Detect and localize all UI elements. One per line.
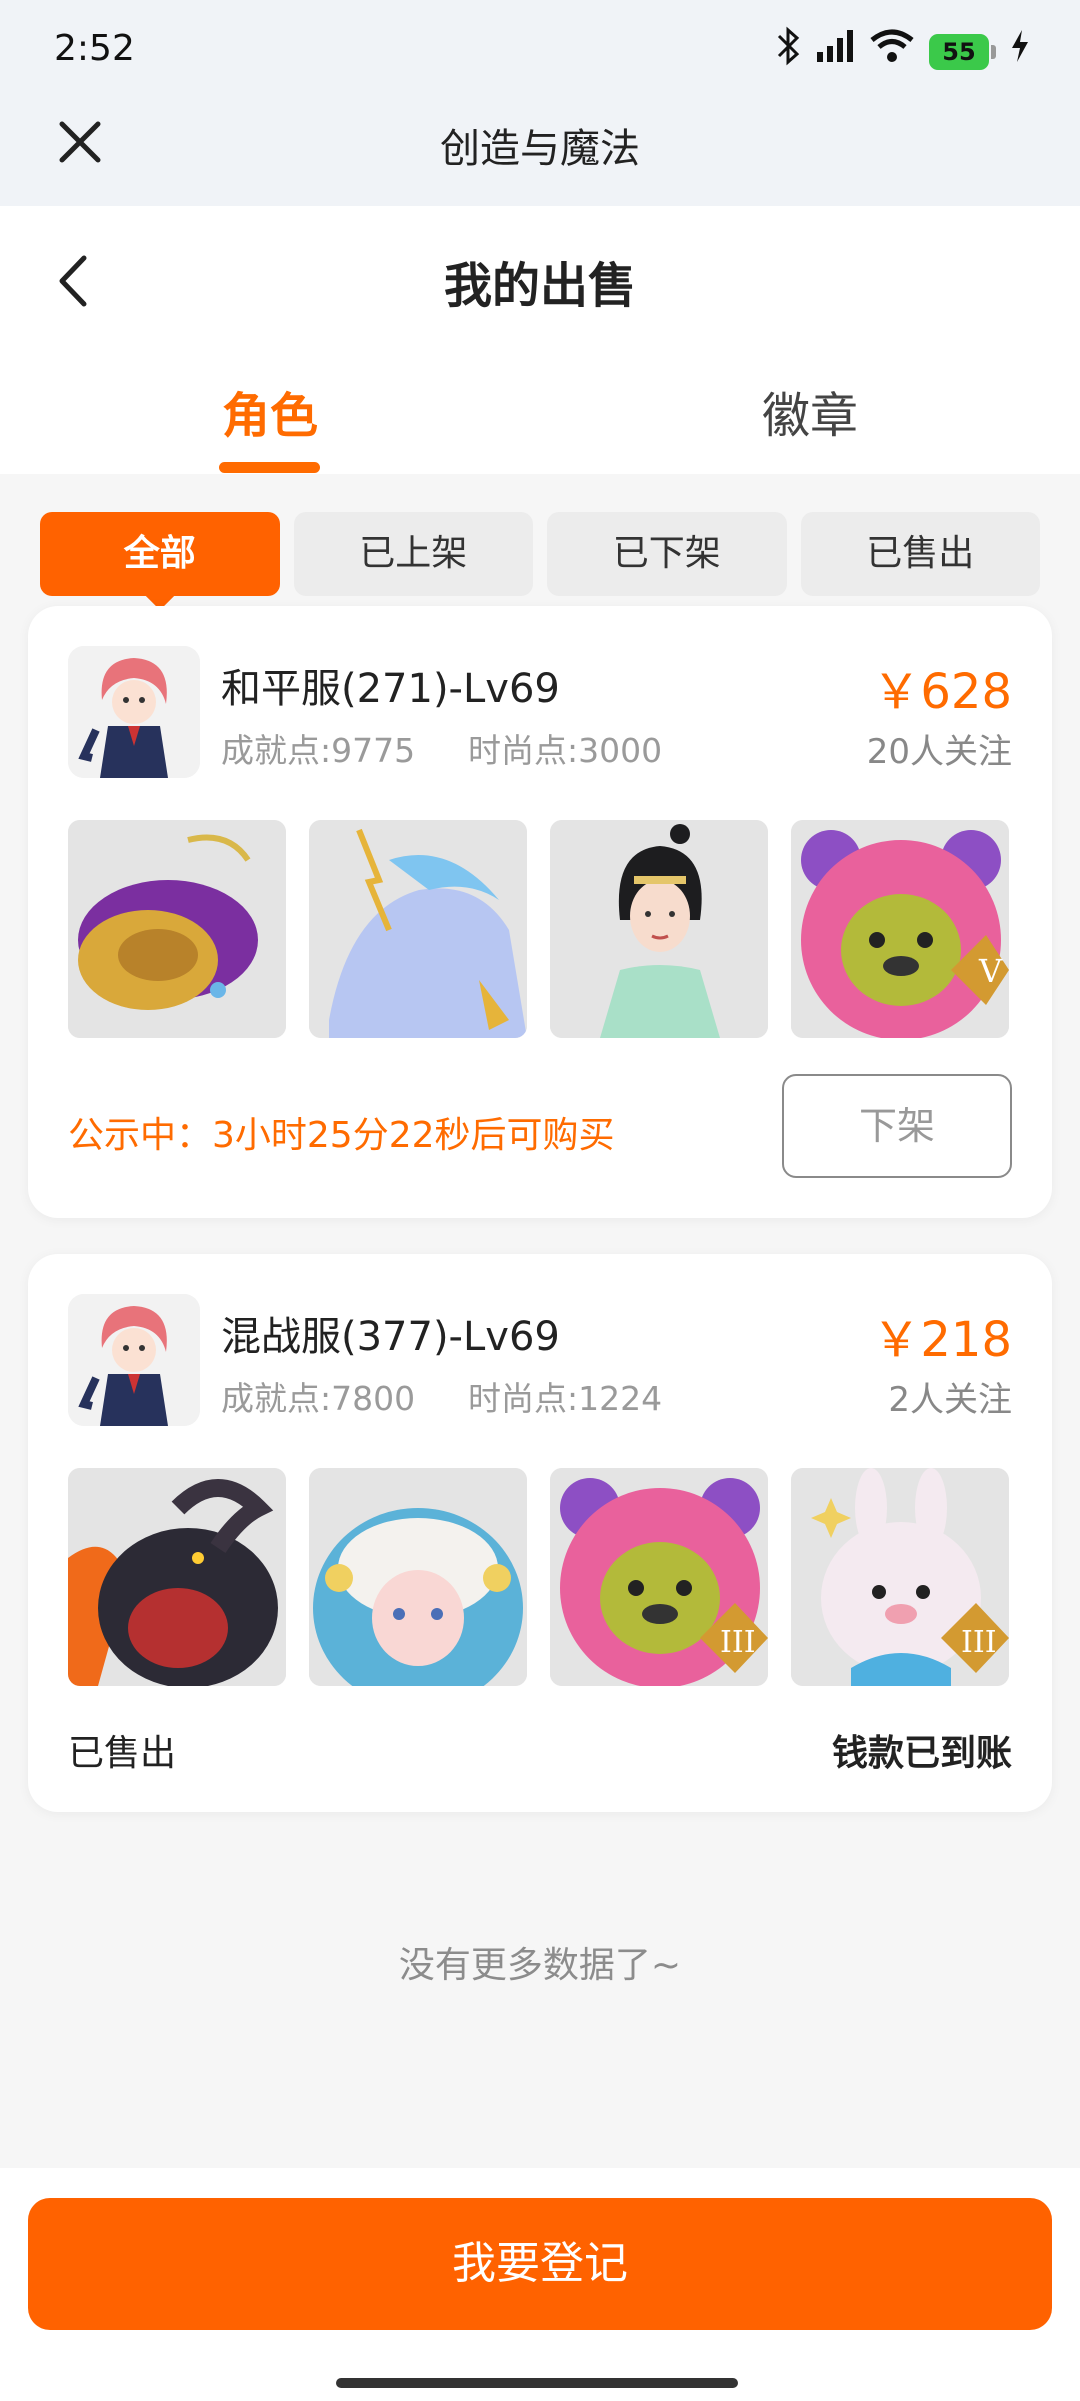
top-area: 2:52 55 创造与魔法 [0,0,1080,206]
page-header: 我的出售 角色 徽章 [0,206,1080,474]
watcher-count: 2人关注 [888,1380,1012,1420]
charging-icon [1010,28,1030,77]
bluetooth-icon [775,26,801,79]
webview-header: 创造与魔法 [0,100,1080,206]
register-button[interactable]: 我要登记 [28,2198,1052,2330]
pink-bear-costume-thumbnail[interactable]: V [791,820,1009,1038]
svg-text:V: V [978,952,1003,990]
white-rabbit-costume-thumbnail[interactable]: III [791,1468,1009,1686]
tab-role[interactable]: 角色 [120,376,420,446]
pink-bear-costume-thumbnail[interactable]: III [550,1468,768,1686]
listing-title: 混战服(377)-Lv69 [221,1314,560,1360]
battery-indicator: 55 [929,34,996,70]
filter-all[interactable]: 全部 [40,512,280,596]
fashion-points: 时尚点:1224 [468,1379,663,1418]
listing-card[interactable]: 和平服(271)-Lv69 成就点:9775 时尚点:3000 ￥628 20人… [28,606,1052,1218]
status-bar: 2:52 55 [0,0,1080,100]
chinese-dress-outfit-thumbnail[interactable] [550,820,768,1038]
watcher-count: 20人关注 [866,732,1012,772]
delist-button[interactable]: 下架 [782,1074,1012,1178]
filter-listed[interactable]: 已上架 [293,512,533,596]
filter-delisted[interactable]: 已下架 [547,512,787,596]
sale-status: 已售出 [68,1733,177,1774]
filter-bar: 全部 已上架 已下架 已售出 [40,512,1040,596]
end-of-list-text: 没有更多数据了~ [398,1945,682,1986]
page-title: 我的出售 [443,258,636,314]
webview-title: 创造与魔法 [440,126,640,172]
status-time: 2:52 [54,28,135,69]
black-goat-beast-thumbnail[interactable] [68,1468,286,1686]
svg-text:III: III [961,1625,997,1660]
tab-badge[interactable]: 徽章 [660,376,960,446]
listing-price: ￥628 [872,664,1012,720]
ice-horse-mount-thumbnail[interactable] [309,820,527,1038]
active-tab-indicator [219,462,320,473]
item-thumbnails: III III [68,1468,1012,1686]
svg-text:III: III [720,1625,756,1660]
wifi-icon [869,28,915,77]
golden-mount-thumbnail[interactable] [68,820,286,1038]
bottom-bar: 我要登记 [0,2168,1080,2401]
publicity-notice: 公示中：3小时25分22秒后可购买 [68,1115,615,1156]
character-avatar [68,646,200,778]
fashion-points: 时尚点:3000 [468,731,663,770]
achievement-points: 成就点:7800 [221,1379,416,1418]
character-avatar [68,1294,200,1426]
battery-tip [991,45,996,59]
item-thumbnails: V [68,820,1012,1038]
listing-card[interactable]: 混战服(377)-Lv69 成就点:7800 时尚点:1224 ￥218 2人关… [28,1254,1052,1812]
sheep-hood-costume-thumbnail[interactable] [309,1468,527,1686]
filter-sold[interactable]: 已售出 [800,512,1040,596]
signal-icon [815,28,855,77]
status-icons: 55 [775,26,1030,77]
payment-status: 钱款已到账 [831,1733,1012,1774]
listing-title: 和平服(271)-Lv69 [221,666,560,712]
battery-level: 55 [929,34,989,70]
listing-price: ￥218 [872,1312,1012,1368]
achievement-points: 成就点:9775 [221,731,416,770]
home-indicator[interactable] [336,2378,738,2388]
